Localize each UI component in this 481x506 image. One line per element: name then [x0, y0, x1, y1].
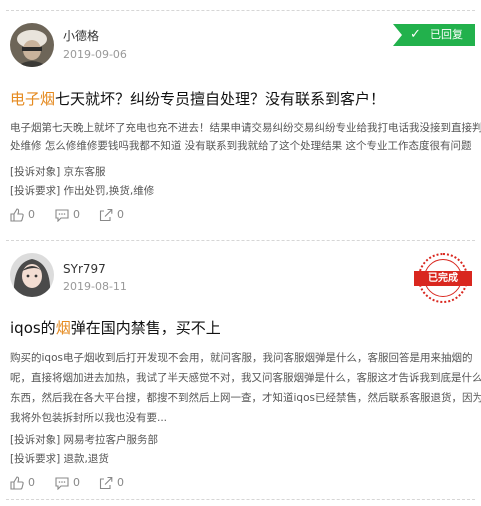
post-date: 2019-08-11: [63, 280, 127, 293]
separator: [6, 240, 475, 241]
status-label: 已回复: [430, 28, 463, 41]
user-avatar-image-icon: [10, 23, 54, 67]
body-line: 购买的iqos电子烟收到后打开发现不会用，就问客服，我问客服烟弹是什么，客服回答…: [10, 352, 473, 364]
comment-icon: [55, 477, 69, 490]
complaint-request: [投诉要求] 退款,退货: [10, 451, 109, 466]
target-label: [投诉对象]: [10, 166, 61, 178]
thumbs-up-icon: [10, 476, 24, 490]
status-stamp-completed: 已完成: [414, 253, 472, 303]
username[interactable]: 小德格: [63, 27, 99, 44]
complaint-request: [投诉要求] 作出处罚,换货,维修: [10, 183, 154, 198]
request-value: 作出处罚,换货,维修: [63, 185, 155, 197]
user-avatar-image-icon: [10, 253, 54, 297]
avatar[interactable]: [10, 23, 54, 67]
checkmark-icon: ✓: [410, 27, 421, 42]
avatar[interactable]: [10, 253, 54, 297]
share-icon: [99, 476, 113, 490]
comment-count: 0: [73, 208, 80, 221]
complaint-title[interactable]: 电子烟七天就坏？纠纷专员擅自处理？没有联系到客户！: [10, 88, 385, 109]
separator: [6, 10, 475, 11]
comment-count: 0: [73, 476, 80, 489]
share-icon: [99, 208, 113, 222]
request-label: [投诉要求]: [10, 453, 61, 465]
target-value: 京东客服: [63, 166, 106, 178]
complaint-body[interactable]: 购买的iqos电子烟收到后打开发现不会用，就问客服，我问客服烟弹是什么，客服回答…: [10, 348, 481, 428]
thumbs-up-icon: [10, 208, 24, 222]
request-value: 退款,退货: [63, 453, 109, 465]
username[interactable]: SYr797: [63, 262, 106, 276]
body-line: 处维修 怎么修维修要钱吗我都不知道 没有联系到我就给了这个处理结果 这个专业工作…: [10, 140, 472, 152]
action-bar: 0 0 0: [10, 207, 210, 223]
complaint-target: [投诉对象] 网易考拉客户服务部: [10, 432, 158, 447]
title-prefix: iqos的: [10, 319, 56, 337]
title-text: 七天就坏？纠纷专员擅自处理？没有联系到客户！: [55, 90, 386, 108]
status-badge-replied: ✓ 已回复: [393, 24, 475, 46]
body-line: 电子烟第七天晚上就坏了充电也充不进去！结果申请交易纠纷交易纠纷专业给我打电话我没…: [10, 122, 481, 134]
body-line: 东西，然后我在各大平台搜，都搜不到然后上网一查，才知道iqos已经禁售，然后联系…: [10, 392, 481, 404]
share-count: 0: [117, 208, 124, 221]
like-count: 0: [28, 208, 35, 221]
action-bar: 0 0 0: [10, 475, 210, 491]
like-count: 0: [28, 476, 35, 489]
share-count: 0: [117, 476, 124, 489]
complaint-body[interactable]: 电子烟第七天晚上就坏了充电也充不进去！结果申请交易纠纷交易纠纷专业给我打电话我没…: [10, 119, 481, 155]
body-line: 呢，直接将烟加进去加热，我试了半天感觉不对，我又问客服烟弹是什么，客服这才告诉我…: [10, 372, 481, 384]
separator: [6, 499, 475, 500]
title-highlight: 电子烟: [10, 90, 56, 108]
target-value: 网易考拉客户服务部: [63, 434, 159, 446]
target-label: [投诉对象]: [10, 434, 61, 446]
status-label: 已完成: [414, 271, 472, 286]
title-highlight: 烟: [55, 319, 71, 337]
post-date: 2019-09-06: [63, 48, 127, 61]
title-text: 弹在国内禁售，买不上: [70, 319, 221, 337]
comment-icon: [55, 209, 69, 222]
complaint-title[interactable]: iqos的烟弹在国内禁售，买不上: [10, 317, 221, 338]
request-label: [投诉要求]: [10, 185, 61, 197]
body-line: 我将外包装拆封所以我也没有要...: [10, 412, 168, 424]
complaint-target: [投诉对象] 京东客服: [10, 164, 106, 179]
